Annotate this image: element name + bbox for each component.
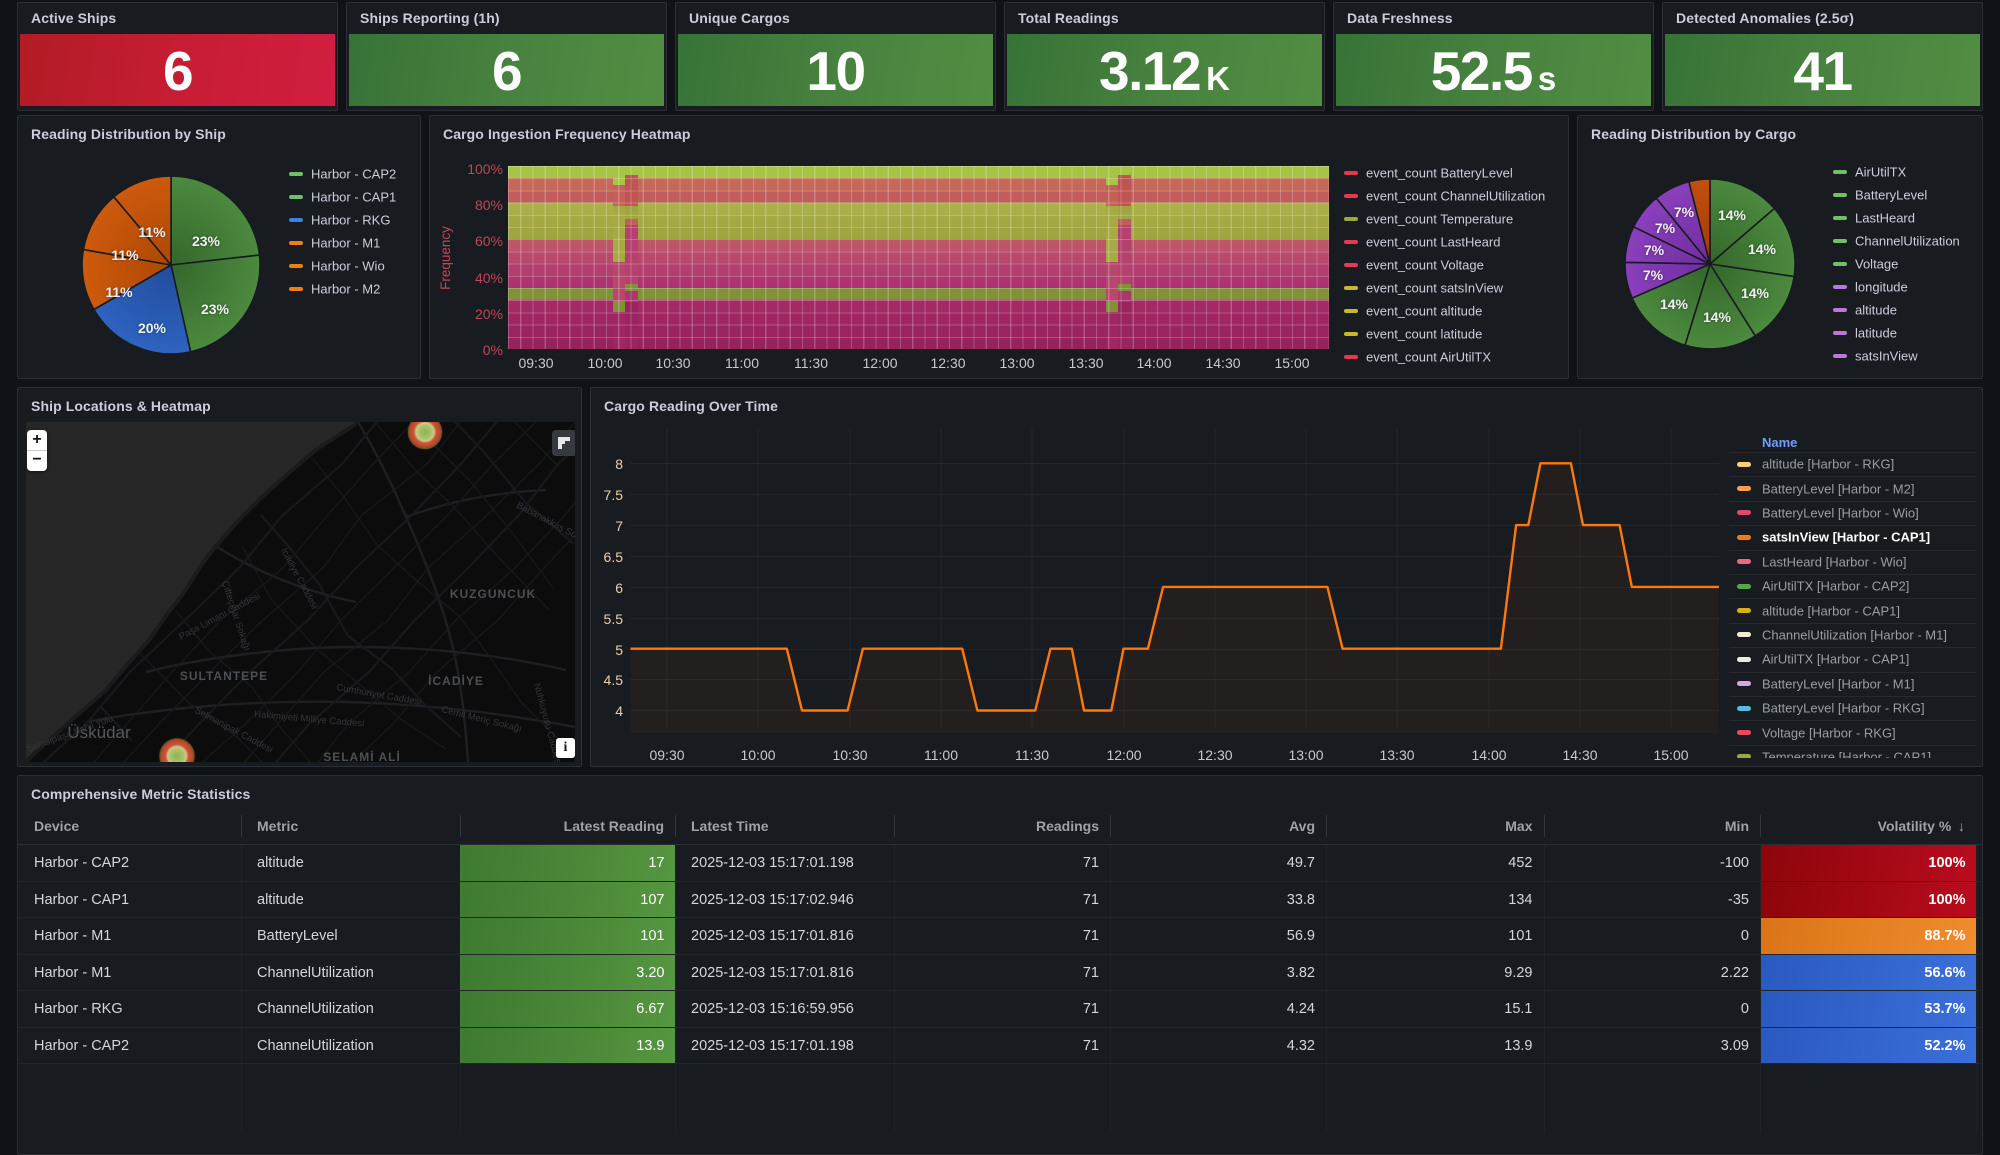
svg-text:Babanakkaş Sokağı: Babanakkaş Sokağı (515, 500, 575, 549)
svg-text:SULTANTEPE: SULTANTEPE (180, 669, 268, 683)
svg-text:SELAMİ ALİ: SELAMİ ALİ (323, 749, 401, 762)
svg-text:İCADİYE: İCADİYE (428, 673, 484, 688)
svg-text:Hakimiyeti Milliye Caddesi: Hakimiyeti Milliye Caddesi (254, 709, 365, 730)
svg-text:KUZGUNCUK: KUZGUNCUK (450, 587, 536, 601)
